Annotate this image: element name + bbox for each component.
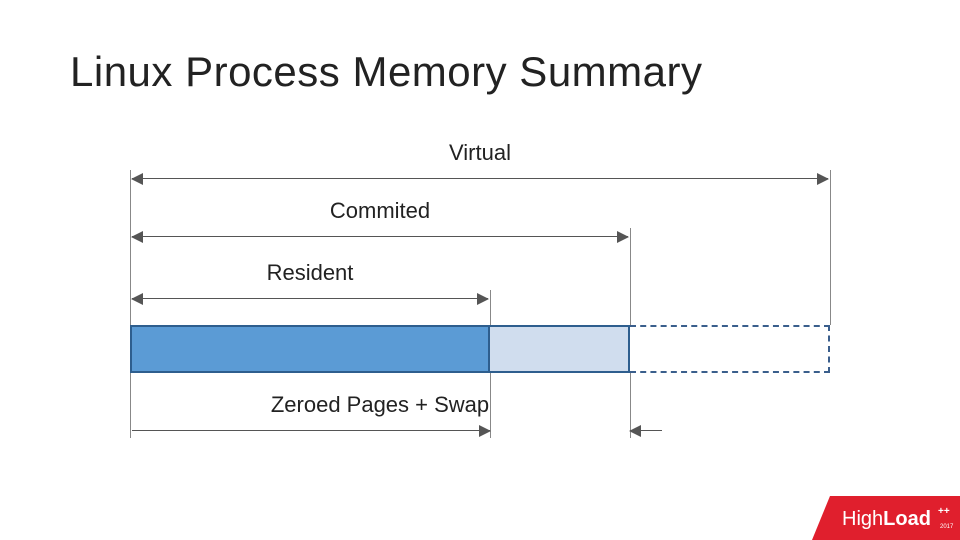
- svg-text:HighLoad: HighLoad: [842, 508, 931, 530]
- label-swap: Zeroed Pages + Swap: [130, 392, 630, 418]
- label-resident: Resident: [130, 260, 490, 286]
- logo-year: 2017: [940, 524, 954, 530]
- memory-diagram: Virtual Commited Resident Zeroed Pages +…: [130, 140, 830, 450]
- dim-virtual: [132, 178, 828, 179]
- brand-logo: HighLoad ++ 2017: [812, 496, 960, 540]
- ext-virtual-right: [830, 170, 831, 325]
- label-commited: Commited: [130, 198, 630, 224]
- dim-swap-right: [630, 430, 662, 431]
- slide-title: Linux Process Memory Summary: [70, 48, 703, 96]
- segment-virtual-uncommited: [630, 325, 830, 373]
- logo-text-left: High: [842, 508, 883, 530]
- dim-commited: [132, 236, 628, 237]
- logo-text-right: Load: [883, 508, 931, 530]
- dim-resident: [132, 298, 488, 299]
- dim-swap-left: [132, 430, 490, 431]
- segment-resident: [130, 325, 490, 373]
- memory-bar: [130, 325, 830, 373]
- ext-swap-left: [130, 373, 131, 438]
- segment-commited-nonresident: [490, 325, 630, 373]
- label-virtual: Virtual: [130, 140, 830, 166]
- logo-superscript: ++: [938, 506, 950, 517]
